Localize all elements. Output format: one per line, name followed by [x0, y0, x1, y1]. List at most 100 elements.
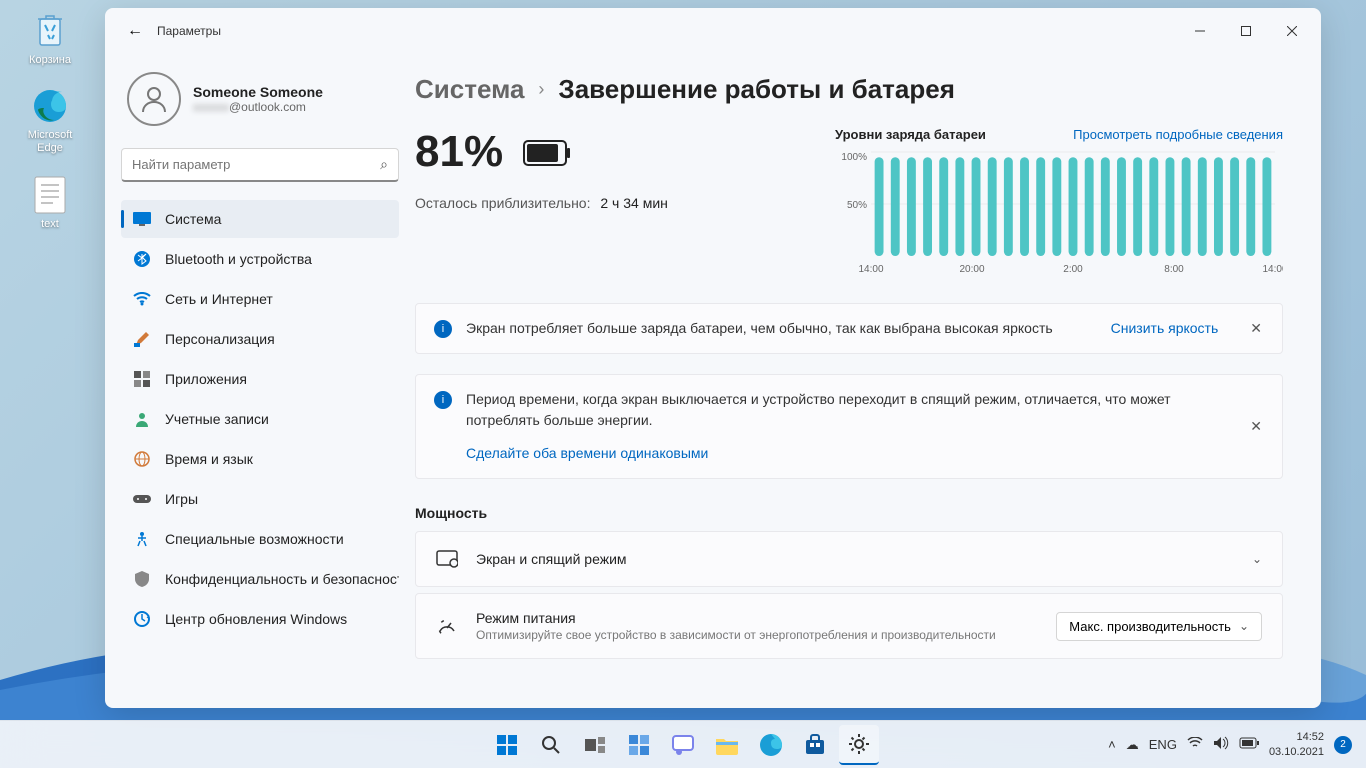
nav-item-accessibility[interactable]: Специальные возможности	[121, 520, 399, 558]
breadcrumb-root[interactable]: Система	[415, 74, 524, 105]
nav-item-apps[interactable]: Приложения	[121, 360, 399, 398]
user-name: Someone Someone	[193, 84, 323, 100]
user-profile[interactable]: Someone Someone xxxxxx@outlook.com	[121, 64, 399, 144]
settings-button[interactable]	[839, 725, 879, 765]
gamepad-icon	[133, 490, 151, 508]
search-input[interactable]	[132, 157, 380, 172]
user-email: xxxxxx@outlook.com	[193, 100, 323, 114]
desktop-icon-label: text	[41, 218, 59, 231]
power-mode-icon	[436, 615, 458, 637]
sidebar: Someone Someone xxxxxx@outlook.com ⌕ Сис…	[105, 54, 405, 708]
recycle-bin-icon	[29, 10, 71, 52]
desktop-icon-label: Microsoft Edge	[15, 129, 85, 155]
nav-item-bluetooth[interactable]: Bluetooth и устройства	[121, 240, 399, 278]
taskbar-right: ˄ ☁ ENG 14:52 03.10.2021 2	[1108, 721, 1366, 768]
update-icon	[133, 610, 151, 628]
info-card-brightness: i Экран потребляет больше заряда батареи…	[415, 303, 1283, 354]
nav-label: Специальные возможности	[165, 531, 344, 547]
system-tray[interactable]: ˄ ☁ ENG	[1108, 736, 1259, 753]
nav-item-windows-update[interactable]: Центр обновления Windows	[121, 600, 399, 638]
settings-window: ← Параметры Someone Someone xxxxxx@outlo…	[105, 8, 1321, 708]
chat-button[interactable]	[663, 725, 703, 765]
setting-row-screen-sleep[interactable]: Экран и спящий режим ⌄	[415, 531, 1283, 587]
desktop-icon-edge[interactable]: Microsoft Edge	[15, 85, 85, 155]
search-button[interactable]	[531, 725, 571, 765]
edge-button[interactable]	[751, 725, 791, 765]
battery-chart: Уровни заряда батареи Просмотреть подроб…	[835, 127, 1283, 283]
wifi-tray-icon[interactable]	[1187, 737, 1203, 752]
avatar-icon	[127, 72, 181, 126]
desktop-icon-recycle-bin[interactable]: Корзина	[15, 10, 85, 67]
taskbar-center	[487, 725, 879, 765]
svg-text:100%: 100%	[841, 152, 867, 163]
battery-icon	[523, 127, 571, 177]
setting-row-power-mode[interactable]: Режим питания Оптимизируйте свое устройс…	[415, 593, 1283, 659]
close-icon[interactable]: ✕	[1248, 416, 1264, 437]
tray-chevron-icon[interactable]: ˄	[1108, 737, 1116, 752]
chart-title: Уровни заряда батареи	[835, 127, 986, 142]
store-button[interactable]	[795, 725, 835, 765]
nav-label: Система	[165, 211, 221, 227]
text-file-icon	[29, 174, 71, 216]
svg-text:50%: 50%	[847, 200, 867, 211]
screen-sleep-icon	[436, 548, 458, 570]
close-button[interactable]	[1269, 15, 1315, 47]
nav-label: Конфиденциальность и безопасность	[165, 571, 399, 587]
shield-icon	[133, 570, 151, 588]
nav-label: Персонализация	[165, 331, 275, 347]
desktop-icon-label: Корзина	[29, 54, 71, 67]
notification-badge[interactable]: 2	[1334, 736, 1352, 754]
lower-brightness-link[interactable]: Снизить яркость	[1111, 320, 1219, 336]
accessibility-icon	[133, 530, 151, 548]
task-view-button[interactable]	[575, 725, 615, 765]
apps-icon	[133, 370, 151, 388]
nav-item-system[interactable]: Система	[121, 200, 399, 238]
close-icon[interactable]: ✕	[1248, 318, 1264, 339]
chart-details-link[interactable]: Просмотреть подробные сведения	[1073, 127, 1283, 142]
search-box[interactable]: ⌕	[121, 148, 399, 182]
nav-item-network[interactable]: Сеть и Интернет	[121, 280, 399, 318]
explorer-button[interactable]	[707, 725, 747, 765]
language-indicator[interactable]: ENG	[1149, 737, 1177, 752]
nav-item-personalization[interactable]: Персонализация	[121, 320, 399, 358]
nav-label: Приложения	[165, 371, 247, 387]
power-mode-dropdown[interactable]: Макс. производительность ⌄	[1056, 612, 1262, 641]
nav-label: Сеть и Интернет	[165, 291, 273, 307]
maximize-button[interactable]	[1223, 15, 1269, 47]
chevron-down-icon: ⌄	[1252, 552, 1262, 566]
back-button[interactable]: ←	[119, 15, 151, 47]
taskbar-clock[interactable]: 14:52 03.10.2021	[1269, 730, 1324, 759]
svg-text:20:00: 20:00	[959, 264, 984, 275]
breadcrumb-current: Завершение работы и батарея	[558, 74, 954, 105]
info-card-sleep-timing: i Период времени, когда экран выключаетс…	[415, 374, 1283, 479]
row-title: Режим питания	[476, 610, 1038, 626]
taskbar: ˄ ☁ ENG 14:52 03.10.2021 2	[0, 720, 1366, 768]
svg-text:14:00: 14:00	[1262, 264, 1283, 275]
globe-icon	[133, 450, 151, 468]
desktop-icon-text[interactable]: text	[15, 174, 85, 231]
nav-item-time-language[interactable]: Время и язык	[121, 440, 399, 478]
person-icon	[133, 410, 151, 428]
row-subtitle: Оптимизируйте свое устройство в зависимо…	[476, 628, 1038, 642]
minimize-button[interactable]	[1177, 15, 1223, 47]
nav-item-gaming[interactable]: Игры	[121, 480, 399, 518]
onedrive-icon[interactable]: ☁	[1126, 737, 1139, 753]
row-title: Экран и спящий режим	[476, 551, 1234, 567]
info-icon: i	[434, 391, 452, 409]
battery-tray-icon[interactable]	[1239, 737, 1259, 752]
start-button[interactable]	[487, 725, 527, 765]
nav-item-privacy[interactable]: Конфиденциальность и безопасность	[121, 560, 399, 598]
battery-percent: 81%	[415, 127, 795, 177]
info-icon: i	[434, 320, 452, 338]
svg-text:14:00: 14:00	[858, 264, 883, 275]
brush-icon	[133, 330, 151, 348]
battery-time-remaining: Осталось приблизительно: 2 ч 34 мин	[415, 195, 795, 211]
info-text: Экран потребляет больше заряда батареи, …	[466, 318, 1097, 339]
chevron-right-icon: ›	[538, 79, 544, 100]
search-icon: ⌕	[380, 156, 388, 173]
volume-tray-icon[interactable]	[1213, 736, 1229, 753]
nav-item-accounts[interactable]: Учетные записи	[121, 400, 399, 438]
system-icon	[133, 210, 151, 228]
match-times-link[interactable]: Сделайте оба времени одинаковыми	[466, 443, 708, 464]
widgets-button[interactable]	[619, 725, 659, 765]
